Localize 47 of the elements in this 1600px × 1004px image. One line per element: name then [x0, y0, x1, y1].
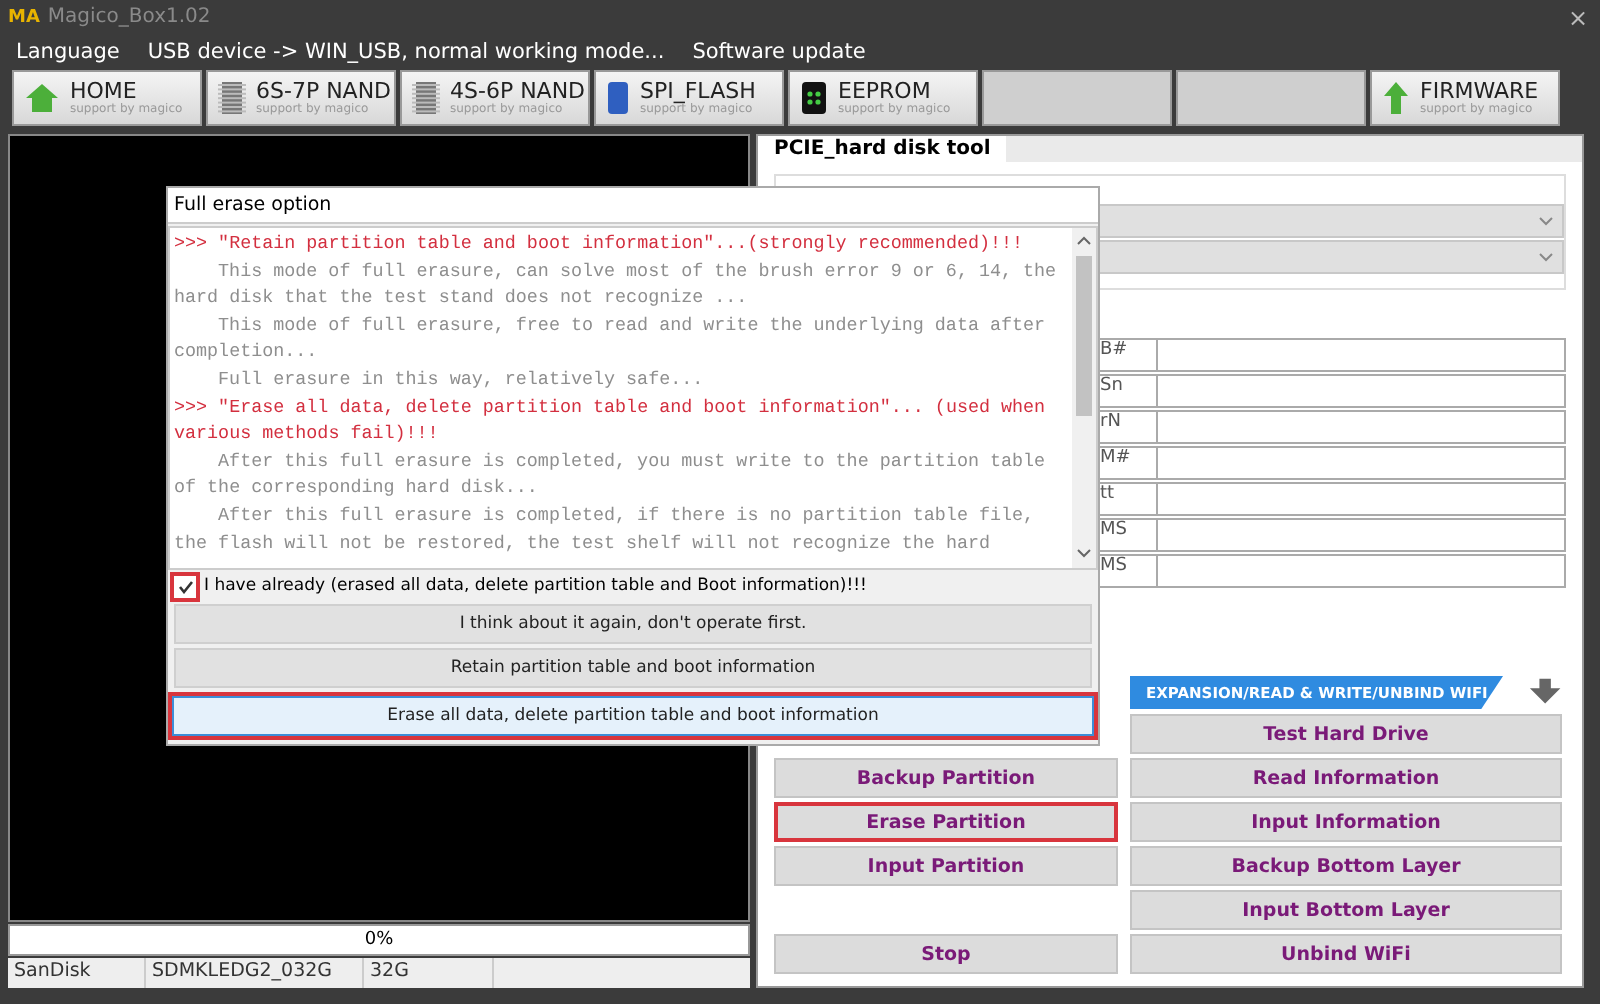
action-button[interactable]: Test Hard Drive	[1130, 714, 1562, 754]
action-button[interactable]: Erase Partition	[774, 802, 1118, 842]
chevron-down-icon	[1538, 252, 1554, 262]
action-button[interactable]: Stop	[774, 934, 1118, 974]
memory-card-icon	[606, 80, 630, 116]
action-button[interactable]: Backup Partition	[774, 758, 1118, 798]
scrollbar[interactable]	[1072, 228, 1096, 568]
chevron-down-icon	[1538, 216, 1554, 226]
chip-icon	[218, 80, 246, 116]
description-text: This mode of full erasure, can solve most of the brush error 9 or 6, 14, the hard disk that the test stand does not recognize ...	[174, 257, 1059, 312]
close-button[interactable]: ×	[1567, 3, 1588, 31]
description-text: After this full erasure is completed, if there is no partition table file, the flash will not be restored, the test shelf will not recognize the hard	[174, 501, 1037, 557]
down-arrow-icon	[1527, 678, 1562, 706]
toolbar-slot[interactable]	[982, 70, 1172, 126]
action-button[interactable]: Backup Bottom Layer	[1130, 846, 1562, 886]
dialog-title: Full erase option	[168, 188, 1098, 224]
app-logo: MA	[8, 7, 40, 27]
action-button[interactable]: Input Information	[1130, 802, 1562, 842]
description-text: Full erasure in this way, relatively safe...	[216, 365, 706, 394]
window-title: Magico_Box1.02	[47, 6, 213, 28]
chip-icon	[412, 80, 440, 116]
action-button[interactable]: Input Partition	[774, 846, 1118, 886]
status-cell: 32G	[364, 958, 494, 988]
checkmark-icon	[177, 579, 193, 593]
checkbox-label: I have already (erased all data, delete partition table and Boot information)!!!	[204, 576, 867, 596]
progress-bar: 0%	[8, 924, 750, 956]
dialog-button[interactable]: I think about it again, don't operate first.	[174, 604, 1092, 644]
action-button[interactable]: Unbind WiFi	[1130, 934, 1562, 974]
menu-item[interactable]: USB device -> WIN_USB, normal working mode...	[147, 39, 665, 63]
description-text: After this full erasure is completed, you must write to the partition table of the corresponding hard disk...	[174, 447, 1048, 502]
action-button[interactable]: Input Bottom Layer	[1130, 890, 1562, 930]
status-cell: SDMKLEDG2_032G	[146, 958, 364, 988]
toolbar-slot[interactable]	[1176, 70, 1366, 126]
menu-item[interactable]: Software update	[692, 39, 866, 63]
dialog-button[interactable]: Erase all data, delete partition table and boot information	[168, 692, 1098, 740]
panel-tab[interactable]: PCIE_hard disk tool	[758, 136, 1007, 162]
warning-text: >>> "Retain partition table and boot information"...(strongly recommended)!!!	[174, 230, 1026, 258]
action-button[interactable]: Read Information	[1130, 758, 1562, 798]
chip-icon	[800, 80, 828, 116]
up-arrow-icon	[1382, 80, 1410, 116]
description-text: This mode of full erasure, free to read and write the underlying data after completion...	[174, 311, 1048, 366]
dialog-button[interactable]: Retain partition table and boot information	[174, 648, 1092, 688]
checkbox[interactable]	[170, 571, 200, 601]
house-icon	[24, 82, 60, 114]
warning-text: >>> "Erase all data, delete partition table and boot information"... (used when various methods fail)!!!	[174, 393, 1048, 448]
menu-item[interactable]: Language	[16, 39, 120, 63]
status-cell: SanDisk	[8, 958, 146, 988]
